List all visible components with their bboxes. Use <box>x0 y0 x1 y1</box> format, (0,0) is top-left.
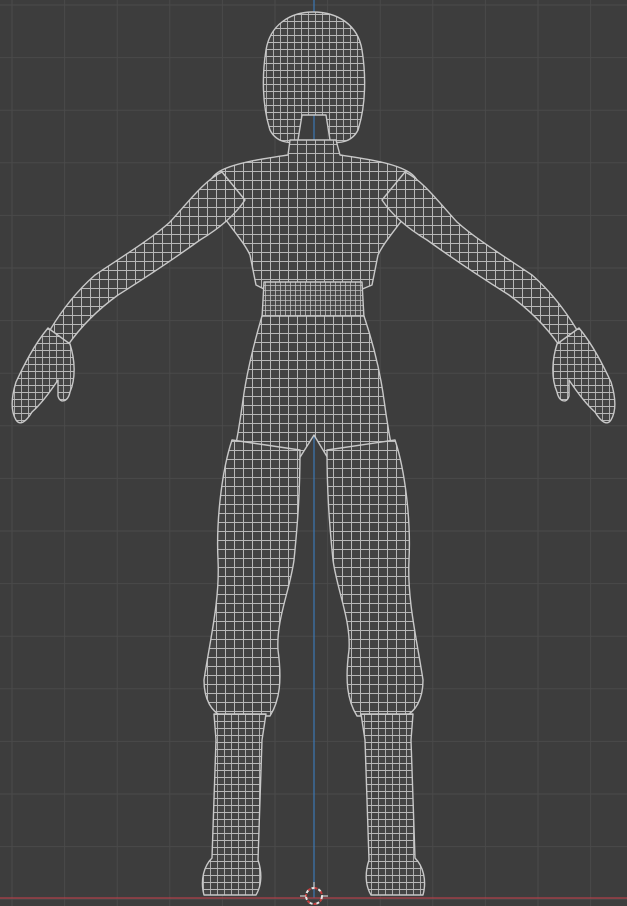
mesh-leg-left[interactable] <box>203 439 301 717</box>
mesh-arm-right[interactable] <box>381 171 578 346</box>
mesh-hand-right[interactable] <box>552 327 616 424</box>
mesh-leg-right[interactable] <box>326 439 424 717</box>
mesh-waist-band[interactable] <box>261 281 365 319</box>
viewport-canvas[interactable] <box>0 0 627 906</box>
3d-viewport[interactable] <box>0 0 627 906</box>
mesh-arm-left[interactable] <box>49 171 246 346</box>
